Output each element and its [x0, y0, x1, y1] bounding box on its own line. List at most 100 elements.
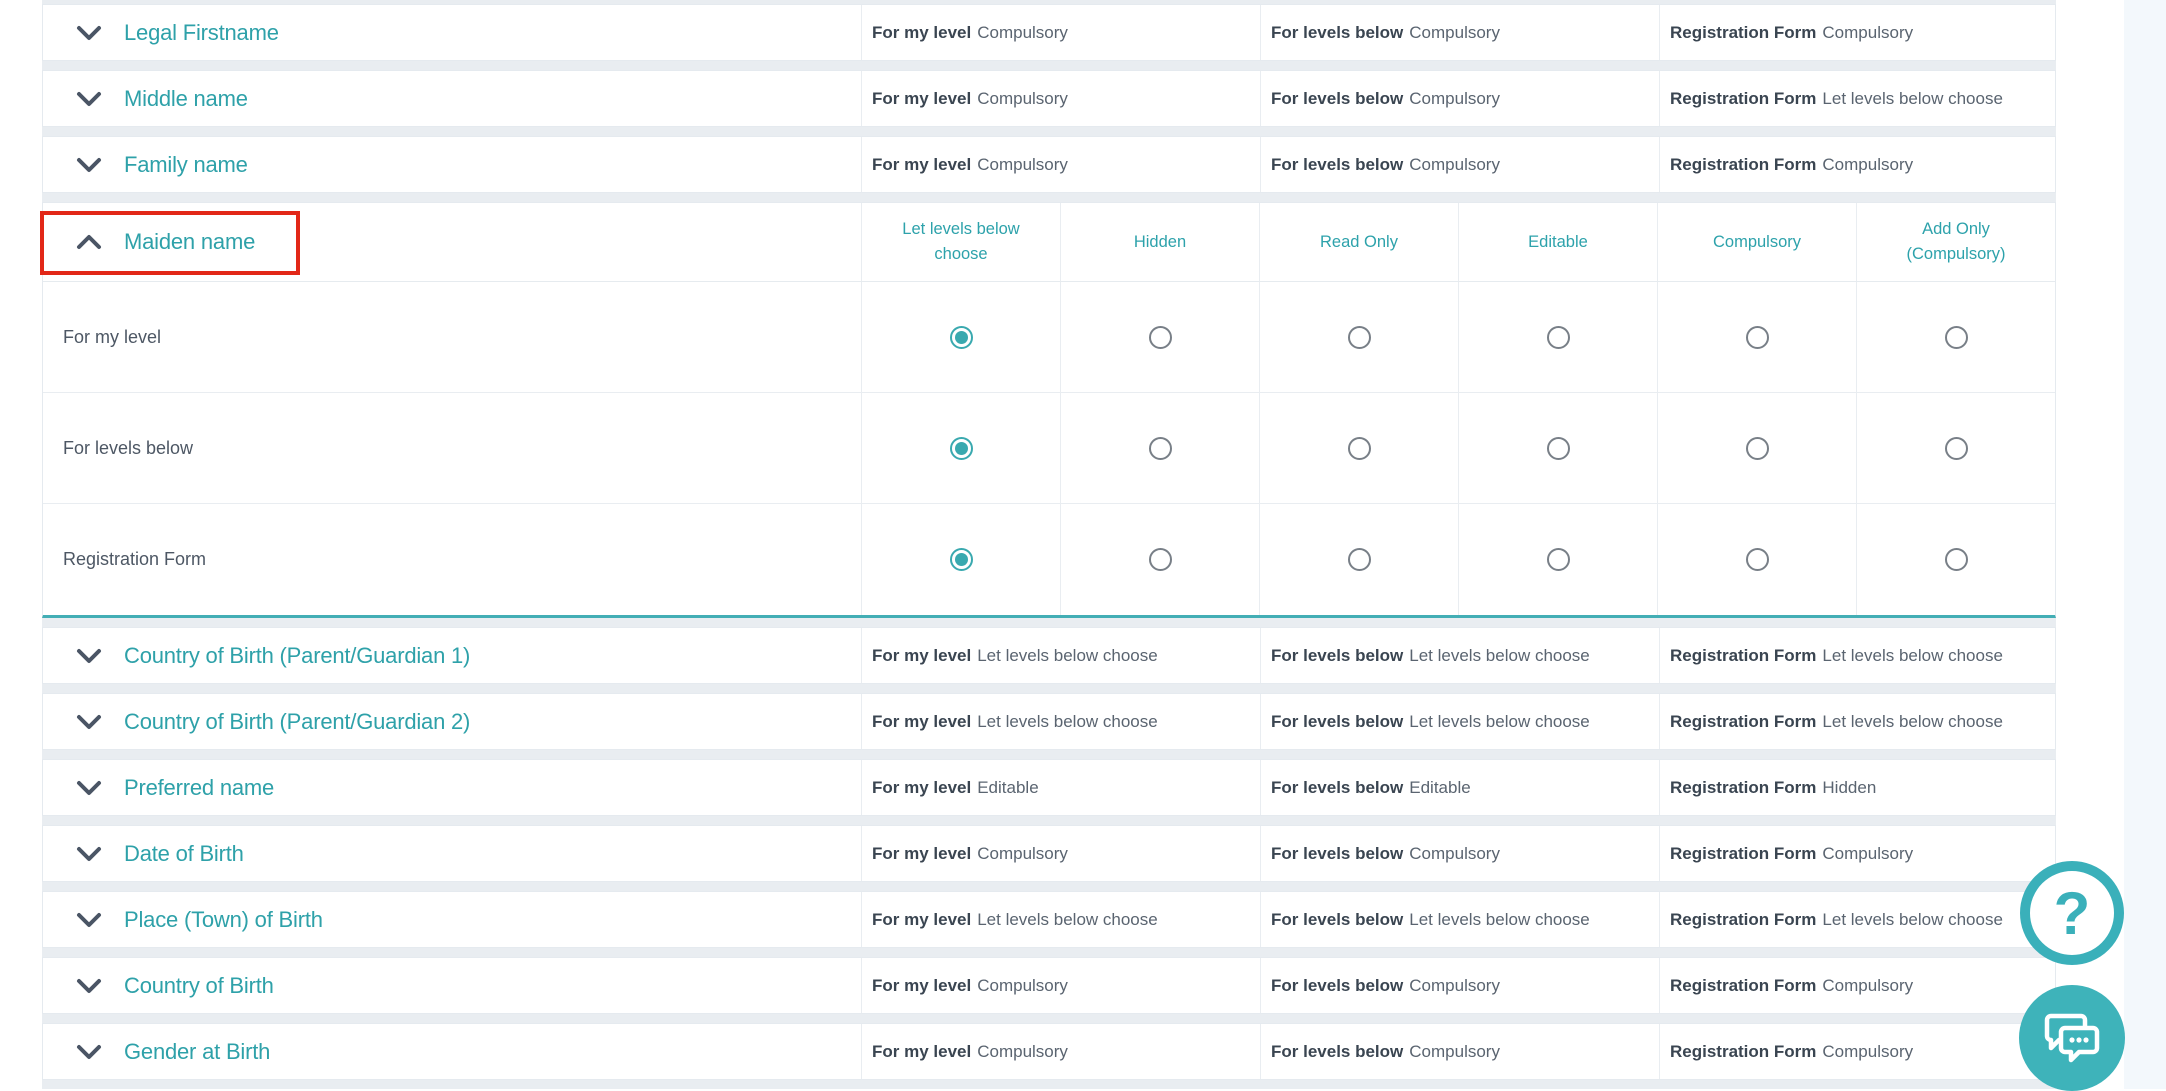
- radio-compulsory[interactable]: [1746, 326, 1769, 349]
- chevron-down-icon[interactable]: [76, 780, 102, 796]
- radio-editable[interactable]: [1547, 326, 1570, 349]
- radio-editable[interactable]: [1547, 437, 1570, 460]
- option-header-let-levels-below-choose: Let levels below choose: [861, 203, 1060, 281]
- field-row-header[interactable]: Middle name: [43, 71, 861, 126]
- radio-hidden[interactable]: [1149, 548, 1172, 571]
- summary-registration-form: Registration FormLet levels below choose: [1659, 628, 2058, 683]
- radio-hidden[interactable]: [1149, 326, 1172, 349]
- summary-for-levels-below: For levels belowLet levels below choose: [1260, 694, 1659, 749]
- chevron-down-icon[interactable]: [76, 25, 102, 41]
- radio-read-only[interactable]: [1348, 437, 1371, 460]
- chat-bubbles-icon: [2039, 1008, 2105, 1068]
- field-row-country-of-birth: Country of Birth For my levelCompulsory …: [42, 957, 2056, 1014]
- summary-for-levels-below: For levels belowCompulsory: [1260, 5, 1659, 60]
- field-label[interactable]: Place (Town) of Birth: [124, 907, 323, 933]
- field-row-gender-at-birth: Gender at Birth For my levelCompulsory F…: [42, 1023, 2056, 1080]
- chevron-down-icon[interactable]: [76, 912, 102, 928]
- summary-for-levels-below: For levels belowCompulsory: [1260, 71, 1659, 126]
- summary-for-levels-below: For levels belowCompulsory: [1260, 958, 1659, 1013]
- field-label[interactable]: Preferred name: [124, 775, 274, 801]
- radio-add-only-compulsory[interactable]: [1945, 437, 1968, 460]
- summary-registration-form: Registration FormLet levels below choose: [1659, 694, 2058, 749]
- field-row-header[interactable]: Place (Town) of Birth: [43, 892, 861, 947]
- summary-registration-form: Registration FormHidden: [1659, 760, 2058, 815]
- option-header-hidden: Hidden: [1060, 203, 1259, 281]
- summary-for-my-level: For my levelCompulsory: [861, 826, 1260, 881]
- radio-add-only-compulsory[interactable]: [1945, 326, 1968, 349]
- field-section-maiden-name: Maiden name Let levels below choose Hidd…: [42, 202, 2056, 618]
- summary-registration-form: Registration FormLet levels below choose: [1659, 892, 2058, 947]
- chevron-down-icon[interactable]: [76, 648, 102, 664]
- summary-registration-form: Registration FormCompulsory: [1659, 5, 2058, 60]
- field-label[interactable]: Legal Firstname: [124, 20, 279, 46]
- radio-let-levels-below-choose[interactable]: [950, 548, 973, 571]
- question-mark-icon: ?: [2054, 879, 2091, 948]
- radio-add-only-compulsory[interactable]: [1945, 548, 1968, 571]
- summary-for-my-level: For my levelCompulsory: [861, 1024, 1260, 1079]
- radio-read-only[interactable]: [1348, 326, 1371, 349]
- radio-hidden[interactable]: [1149, 437, 1172, 460]
- chevron-down-icon[interactable]: [76, 91, 102, 107]
- field-settings-table: Legal Firstname For my levelCompulsory F…: [42, 0, 2056, 1089]
- field-label[interactable]: Country of Birth (Parent/Guardian 1): [124, 643, 470, 669]
- summary-for-levels-below: For levels belowCompulsory: [1260, 137, 1659, 192]
- field-label[interactable]: Date of Birth: [124, 841, 244, 867]
- radio-editable[interactable]: [1547, 548, 1570, 571]
- chevron-down-icon[interactable]: [76, 846, 102, 862]
- summary-registration-form: Registration FormCompulsory: [1659, 826, 2058, 881]
- field-row-date-of-birth: Date of Birth For my levelCompulsory For…: [42, 825, 2056, 882]
- field-row-header[interactable]: Gender at Birth: [43, 1024, 861, 1079]
- radio-let-levels-below-choose[interactable]: [950, 437, 973, 460]
- sub-row-label: For levels below: [43, 393, 861, 503]
- summary-for-my-level: For my levelCompulsory: [861, 958, 1260, 1013]
- chevron-down-icon[interactable]: [76, 1044, 102, 1060]
- field-label[interactable]: Country of Birth (Parent/Guardian 2): [124, 709, 470, 735]
- summary-for-levels-below: For levels belowEditable: [1260, 760, 1659, 815]
- option-header-editable: Editable: [1458, 203, 1657, 281]
- chevron-down-icon[interactable]: [76, 157, 102, 173]
- field-row-country-of-birth-pg2: Country of Birth (Parent/Guardian 2) For…: [42, 693, 2056, 750]
- chevron-up-icon[interactable]: [76, 234, 102, 250]
- field-label[interactable]: Middle name: [124, 86, 248, 112]
- field-row-middle-name: Middle name For my levelCompulsory For l…: [42, 70, 2056, 127]
- chevron-down-icon[interactable]: [76, 978, 102, 994]
- option-header-add-only-compulsory: Add Only (Compulsory): [1856, 203, 2055, 281]
- option-header-read-only: Read Only: [1259, 203, 1458, 281]
- field-row-legal-firstname: Legal Firstname For my levelCompulsory F…: [42, 4, 2056, 61]
- field-row-header[interactable]: Family name: [43, 137, 861, 192]
- field-row-header[interactable]: Preferred name: [43, 760, 861, 815]
- field-row-country-of-birth-pg1: Country of Birth (Parent/Guardian 1) For…: [42, 627, 2056, 684]
- field-label[interactable]: Gender at Birth: [124, 1039, 270, 1065]
- summary-for-my-level: For my levelLet levels below choose: [861, 628, 1260, 683]
- field-row-header[interactable]: Maiden name: [43, 203, 861, 281]
- field-row-place-town-of-birth: Place (Town) of Birth For my levelLet le…: [42, 891, 2056, 948]
- field-label[interactable]: Country of Birth: [124, 973, 274, 999]
- option-header-compulsory: Compulsory: [1657, 203, 1856, 281]
- summary-for-my-level: For my levelCompulsory: [861, 137, 1260, 192]
- help-button[interactable]: ?: [2020, 861, 2124, 965]
- sub-row-label: For my level: [43, 282, 861, 392]
- field-row-header[interactable]: Legal Firstname: [43, 5, 861, 60]
- radio-read-only[interactable]: [1348, 548, 1371, 571]
- chevron-down-icon[interactable]: [76, 714, 102, 730]
- field-row-header[interactable]: Country of Birth: [43, 958, 861, 1013]
- radio-compulsory[interactable]: [1746, 548, 1769, 571]
- field-label[interactable]: Family name: [124, 152, 248, 178]
- summary-for-levels-below: For levels belowLet levels below choose: [1260, 628, 1659, 683]
- summary-registration-form: Registration FormCompulsory: [1659, 1024, 2058, 1079]
- radio-compulsory[interactable]: [1746, 437, 1769, 460]
- radio-row-for-levels-below: For levels below: [43, 393, 2055, 504]
- summary-for-my-level: For my levelLet levels below choose: [861, 892, 1260, 947]
- radio-let-levels-below-choose[interactable]: [950, 326, 973, 349]
- summary-for-my-level: For my levelLet levels below choose: [861, 694, 1260, 749]
- summary-for-levels-below: For levels belowLet levels below choose: [1260, 892, 1659, 947]
- field-label[interactable]: Maiden name: [124, 229, 255, 255]
- field-row-header[interactable]: Date of Birth: [43, 826, 861, 881]
- field-row-family-name: Family name For my levelCompulsory For l…: [42, 136, 2056, 193]
- summary-for-levels-below: For levels belowCompulsory: [1260, 1024, 1659, 1079]
- field-row-header[interactable]: Country of Birth (Parent/Guardian 2): [43, 694, 861, 749]
- chat-button[interactable]: [2019, 985, 2125, 1091]
- scroll-gutter: [2124, 0, 2166, 1089]
- sub-row-label: Registration Form: [43, 504, 861, 615]
- field-row-header[interactable]: Country of Birth (Parent/Guardian 1): [43, 628, 861, 683]
